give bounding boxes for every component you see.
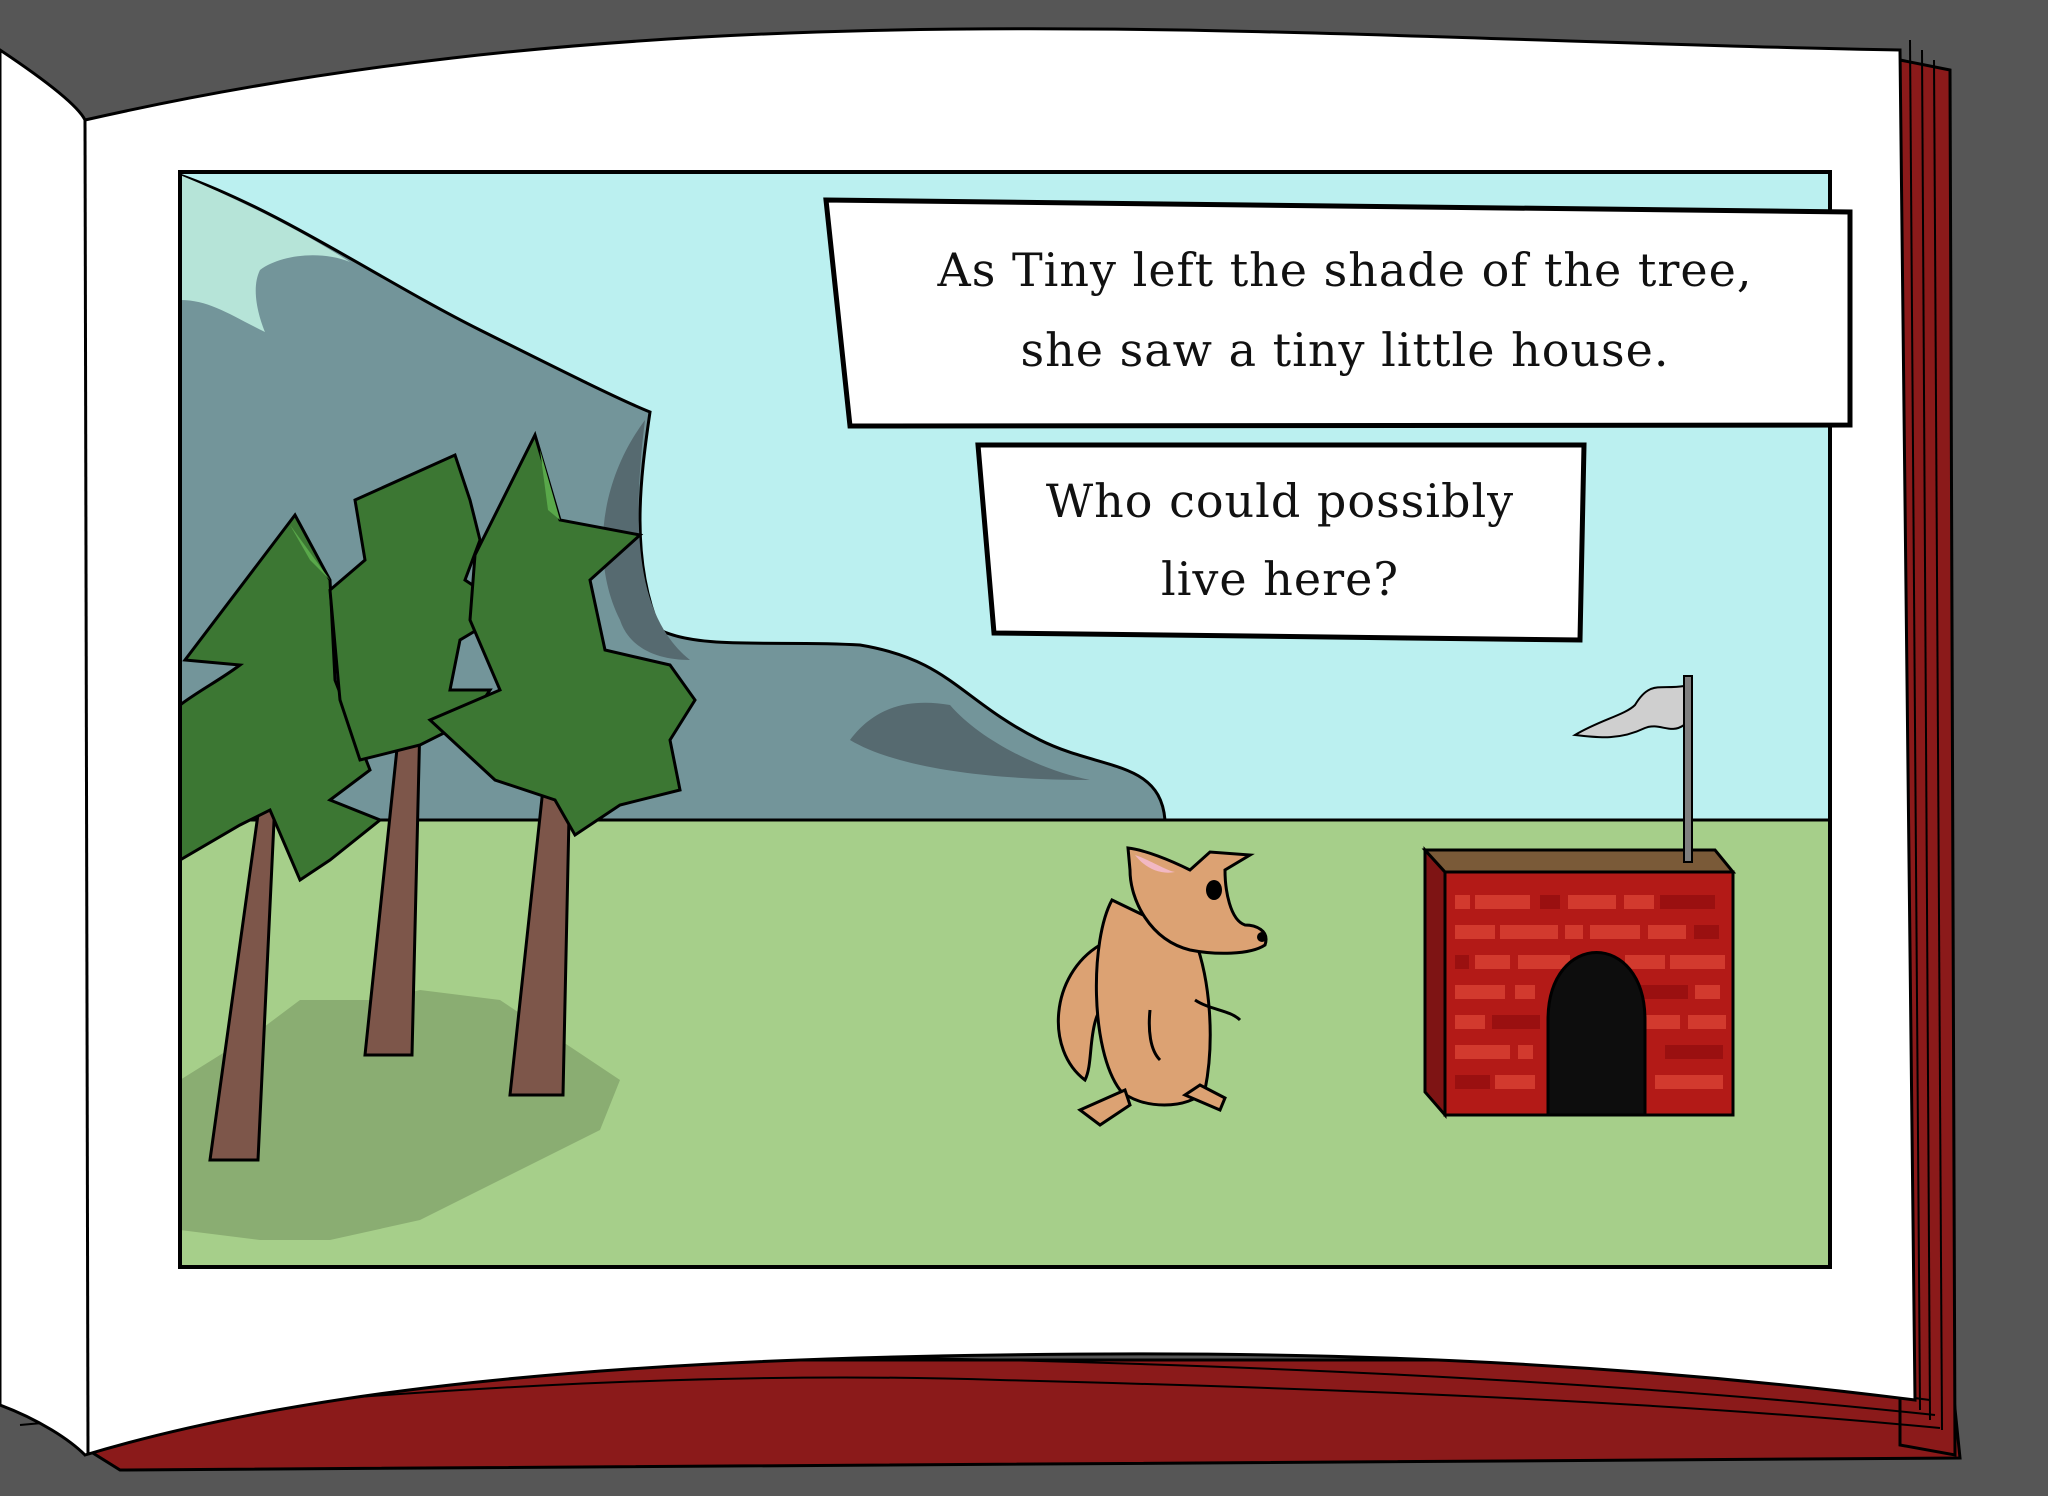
fox-nose [1257,932,1267,942]
brick-house[interactable] [1421,846,1737,1120]
narration-line-2: she saw a tiny little house. [1020,323,1670,377]
question-text: Who could possibly live here? [985,450,1575,630]
narration-text: As Tiny left the shade of the tree, she … [850,210,1840,410]
fox-eye [1206,880,1222,900]
narration-line-1: As Tiny left the shade of the tree, [937,243,1753,297]
question-line-2: live here? [1161,552,1399,606]
question-line-1: Who could possibly [1045,474,1515,528]
house-door[interactable] [1546,951,1647,1117]
